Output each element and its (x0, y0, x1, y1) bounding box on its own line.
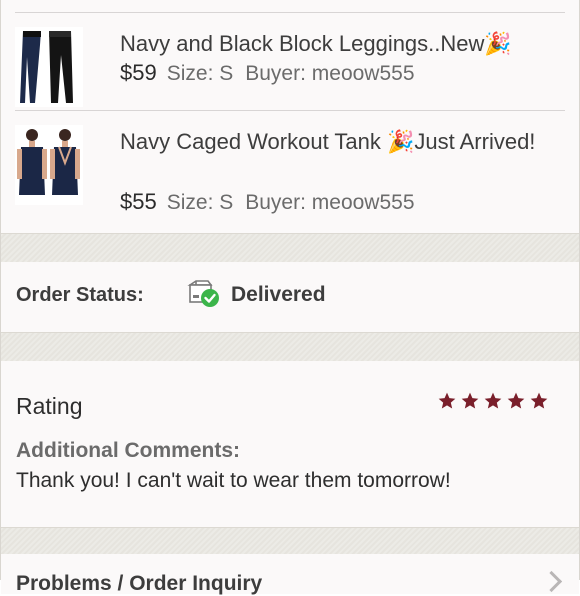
item-price: $55 (120, 189, 157, 214)
item-title[interactable]: Navy and Black Block Leggings..New🎉 (120, 28, 539, 59)
tank-top-photo[interactable] (15, 125, 83, 205)
star-icon (484, 392, 502, 409)
leggings-photo[interactable] (15, 27, 83, 107)
star-icon (461, 392, 479, 409)
additional-comments-label: Additional Comments: (16, 439, 240, 462)
item-meta: $59 Size: S Buyer: meoow555 (120, 60, 415, 86)
item-buyer: Buyer: meoow555 (245, 62, 415, 85)
rating-label: Rating (16, 393, 83, 419)
order-item[interactable]: Navy Caged Workout Tank 🎉Just Arrived! $… (1, 111, 579, 231)
section-gap (1, 527, 579, 555)
item-title[interactable]: Navy Caged Workout Tank 🎉Just Arrived! (120, 126, 539, 157)
order-status-section: Order Status: Delivered (1, 262, 579, 331)
order-inquiry-label[interactable]: Problems / Order Inquiry (16, 572, 262, 596)
item-meta: $55 Size: S Buyer: meoow555 (120, 189, 415, 215)
order-status-value: Delivered (231, 283, 326, 306)
rating-section: Rating Additional Comments: Thank you! I… (1, 361, 579, 526)
chevron-right-icon (540, 570, 563, 593)
additional-comments-text: Thank you! I can't wait to wear them tom… (16, 469, 451, 492)
item-size: Size: S (166, 191, 234, 214)
section-gap (1, 332, 579, 362)
order-inquiry-row[interactable]: Problems / Order Inquiry (1, 554, 579, 596)
item-buyer: Buyer: meoow555 (245, 191, 415, 214)
item-price: $59 (120, 60, 157, 85)
rating-stars (437, 391, 549, 411)
order-details-screen: Navy and Black Block Leggings..New🎉 $59 S… (0, 0, 580, 595)
star-icon (530, 392, 548, 409)
star-icon (438, 392, 456, 409)
order-status-label: Order Status: (16, 284, 144, 306)
section-gap (1, 233, 579, 263)
order-item[interactable]: Navy and Black Block Leggings..New🎉 $59 S… (1, 13, 579, 110)
item-size: Size: S (166, 62, 234, 85)
star-icon (507, 392, 525, 409)
delivered-box-icon (187, 279, 221, 314)
